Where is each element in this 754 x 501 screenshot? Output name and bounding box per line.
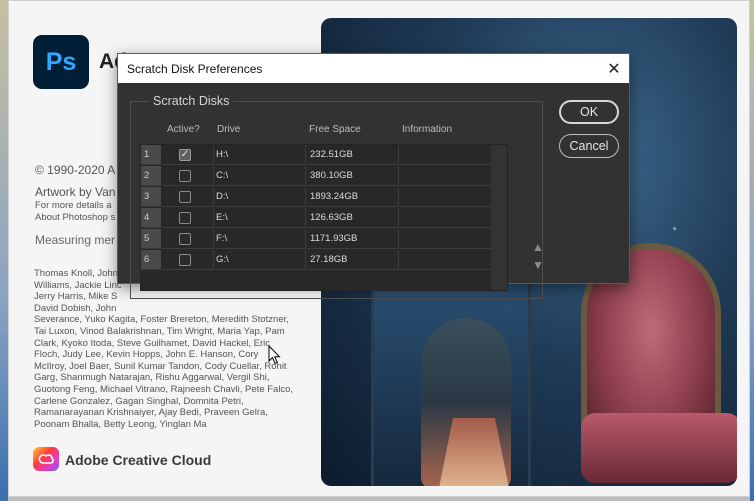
- column-header-drive: Drive: [217, 124, 241, 135]
- active-cell[interactable]: [162, 229, 214, 249]
- column-header-active: Active?: [167, 124, 200, 135]
- desktop-edge-right: [750, 0, 754, 501]
- scratch-disks-group: Scratch Disks Active? Drive Free Space I…: [130, 94, 545, 299]
- drive-cell: C:\: [215, 166, 306, 186]
- free-space-cell: 27.18GB: [307, 250, 399, 270]
- credits-line: Carlene Gonzalez, Gagan Singhal, Domnita…: [34, 395, 244, 407]
- active-checkbox[interactable]: [179, 191, 191, 203]
- drive-cell: D:\: [215, 187, 306, 207]
- row-index: 1: [141, 145, 161, 165]
- table-row[interactable]: 4 E:\ 126.63GB: [141, 208, 491, 229]
- loading-status: Measuring mer: [35, 233, 116, 247]
- active-cell[interactable]: [162, 187, 214, 207]
- information-cell: [400, 187, 491, 207]
- dialog-titlebar[interactable]: Scratch Disk Preferences ✕: [118, 54, 629, 83]
- information-cell: [400, 229, 491, 249]
- credits-line: David Dobish, John: [34, 302, 117, 314]
- information-cell: [400, 208, 491, 228]
- active-checkbox[interactable]: [179, 212, 191, 224]
- free-space-cell: 126.63GB: [307, 208, 399, 228]
- active-checkbox[interactable]: [179, 254, 191, 266]
- credits-line: Clark, Kyoko Itoda, Steve Guilhamet, Dav…: [34, 337, 271, 349]
- table-row[interactable]: 5 F:\ 1171.93GB: [141, 229, 491, 250]
- free-space-cell: 232.51GB: [307, 145, 399, 165]
- row-index: 6: [141, 250, 161, 270]
- row-index: 5: [141, 229, 161, 249]
- mouse-pointer-icon: [268, 345, 281, 365]
- active-cell[interactable]: [162, 208, 214, 228]
- scratch-disk-preferences-dialog: Scratch Disk Preferences ✕ Scratch Disks…: [117, 53, 630, 299]
- drive-cell: H:\: [215, 145, 306, 165]
- table-row[interactable]: 1 ✓ H:\ 232.51GB: [141, 145, 491, 166]
- column-header-information: Information: [402, 124, 453, 135]
- row-index: 2: [141, 166, 161, 186]
- information-cell: [400, 166, 491, 186]
- close-icon[interactable]: ✕: [599, 54, 629, 83]
- photoshop-logo-icon: Ps: [33, 35, 89, 89]
- creative-cloud-icon: [33, 447, 59, 471]
- dialog-title: Scratch Disk Preferences: [127, 61, 263, 76]
- move-up-icon[interactable]: ▲: [531, 238, 545, 256]
- credits-line: Poonam Bhalla, Betty Leong, Yinglan Ma: [34, 418, 207, 430]
- drive-cell: E:\: [215, 208, 306, 228]
- table-row[interactable]: 2 C:\ 380.10GB: [141, 166, 491, 187]
- artwork-chair-seat: [581, 413, 737, 483]
- credits-line: McIlroy, Joel Baer, Sunil Kumar Tandon, …: [34, 360, 287, 372]
- credits-line: Ramanarayanan Krishnaiyer, Ajay Bedi, Pr…: [34, 407, 268, 419]
- reorder-controls: ▲ ▼: [531, 238, 545, 274]
- information-cell: [400, 250, 491, 270]
- table-row[interactable]: 6 G:\ 27.18GB: [141, 250, 491, 271]
- details-line-1: For more details a: [35, 200, 112, 211]
- credits-line: Tai Luxon, Vinod Balakrishnan, Tim Wrigh…: [34, 325, 285, 337]
- active-checkbox[interactable]: [179, 170, 191, 182]
- details-line-2: About Photoshop s: [35, 212, 116, 223]
- creative-cloud-label: Adobe Creative Cloud: [65, 452, 212, 468]
- free-space-cell: 380.10GB: [307, 166, 399, 186]
- active-cell[interactable]: [162, 166, 214, 186]
- information-cell: [400, 145, 491, 165]
- table-row[interactable]: 3 D:\ 1893.24GB: [141, 187, 491, 208]
- cancel-button[interactable]: Cancel: [559, 134, 619, 158]
- free-space-cell: 1893.24GB: [307, 187, 399, 207]
- free-space-cell: 1171.93GB: [307, 229, 399, 249]
- credits-line: Garg, Shanmugh Natarajan, Rishu Aggarwal…: [34, 372, 270, 384]
- artwork-credit: Artwork by Van: [35, 185, 116, 199]
- credits-line: Floch, Judy Lee, Kevin Hopps, John E. Ha…: [34, 349, 259, 361]
- active-cell[interactable]: ✓: [162, 145, 214, 165]
- row-index: 3: [141, 187, 161, 207]
- copyright-text: © 1990-2020 A: [35, 163, 116, 177]
- move-down-icon[interactable]: ▼: [531, 256, 545, 274]
- column-headers: Active? Drive Free Space Information: [131, 124, 542, 138]
- desktop-edge-left: [0, 0, 8, 501]
- column-header-free-space: Free Space: [309, 124, 361, 135]
- active-checkbox[interactable]: [179, 233, 191, 245]
- table-scrollbar[interactable]: [491, 145, 507, 290]
- active-checkbox[interactable]: ✓: [179, 149, 191, 161]
- drive-cell: F:\: [215, 229, 306, 249]
- group-label: Scratch Disks: [149, 94, 234, 108]
- scratch-disks-table: 1 ✓ H:\ 232.51GB 2 C:\ 380.10GB 3 D:\ 18…: [140, 144, 508, 291]
- ok-button[interactable]: OK: [559, 100, 619, 124]
- credits-line: Guotong Feng, Michael Vitrano, Rajneesh …: [34, 383, 294, 395]
- drive-cell: G:\: [215, 250, 306, 270]
- credits-line: Severance, Yuko Kagita, Foster Brereton,…: [34, 314, 289, 326]
- row-index: 4: [141, 208, 161, 228]
- active-cell[interactable]: [162, 250, 214, 270]
